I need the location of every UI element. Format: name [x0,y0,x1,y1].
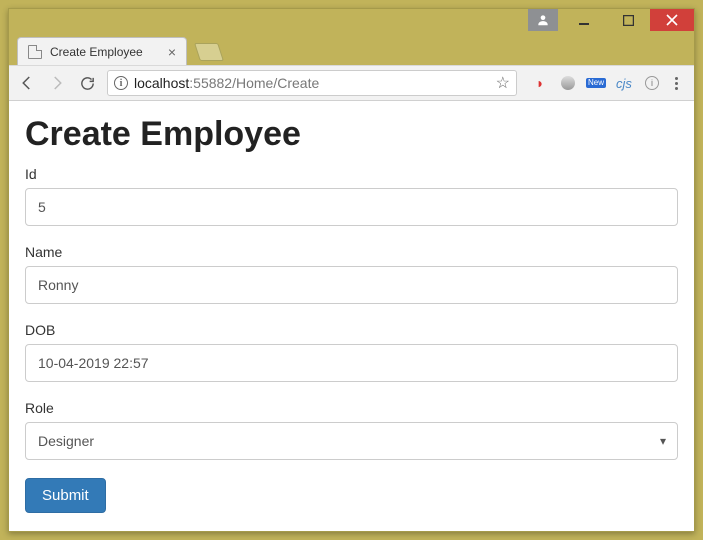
page-content: Create Employee Id Name DOB Role Designe… [9,101,694,531]
tab-title: Create Employee [50,45,160,59]
extension-icon-2[interactable] [559,74,577,92]
new-tab-button[interactable] [194,43,224,61]
dob-field[interactable] [25,344,678,382]
form-group-name: Name [25,244,678,304]
browser-menu-button[interactable] [671,77,682,90]
url-host: localhost [134,75,189,91]
bookmark-star-icon[interactable]: ☆ [496,73,510,93]
file-icon [28,45,42,59]
back-button[interactable] [17,73,37,93]
url-port: :55882 [189,75,232,91]
browser-toolbar: i localhost:55882/Home/Create ☆ ◗ New cj… [9,65,694,101]
id-label: Id [25,166,678,182]
dob-label: DOB [25,322,678,338]
address-bar[interactable]: i localhost:55882/Home/Create ☆ [107,70,517,96]
browser-window: Create Employee × i localhost:55882/Home… [8,8,695,532]
user-icon[interactable] [528,9,558,31]
url-text: localhost:55882/Home/Create [134,75,490,91]
site-info-icon[interactable]: i [114,76,128,90]
maximize-button[interactable] [606,9,650,31]
extension-icons: ◗ New cjs i [527,74,686,92]
tab-strip: Create Employee × [9,33,694,65]
extension-icon-info[interactable]: i [643,74,661,92]
name-label: Name [25,244,678,260]
id-field[interactable] [25,188,678,226]
extension-icon-new[interactable]: New [587,74,605,92]
url-path: /Home/Create [232,75,319,91]
form-group-role: Role Designer [25,400,678,460]
reload-button[interactable] [77,73,97,93]
forward-button[interactable] [47,73,67,93]
close-button[interactable] [650,9,694,31]
name-field[interactable] [25,266,678,304]
tab-close-icon[interactable]: × [168,44,176,60]
titlebar [9,9,694,33]
browser-tab[interactable]: Create Employee × [17,37,187,65]
minimize-button[interactable] [562,9,606,31]
role-label: Role [25,400,678,416]
extension-icon-cjs[interactable]: cjs [615,74,633,92]
role-select[interactable]: Designer [25,422,678,460]
extension-icon-1[interactable]: ◗ [531,74,549,92]
submit-button[interactable]: Submit [25,478,106,513]
form-group-dob: DOB [25,322,678,382]
form-group-id: Id [25,166,678,226]
page-title: Create Employee [25,115,678,154]
